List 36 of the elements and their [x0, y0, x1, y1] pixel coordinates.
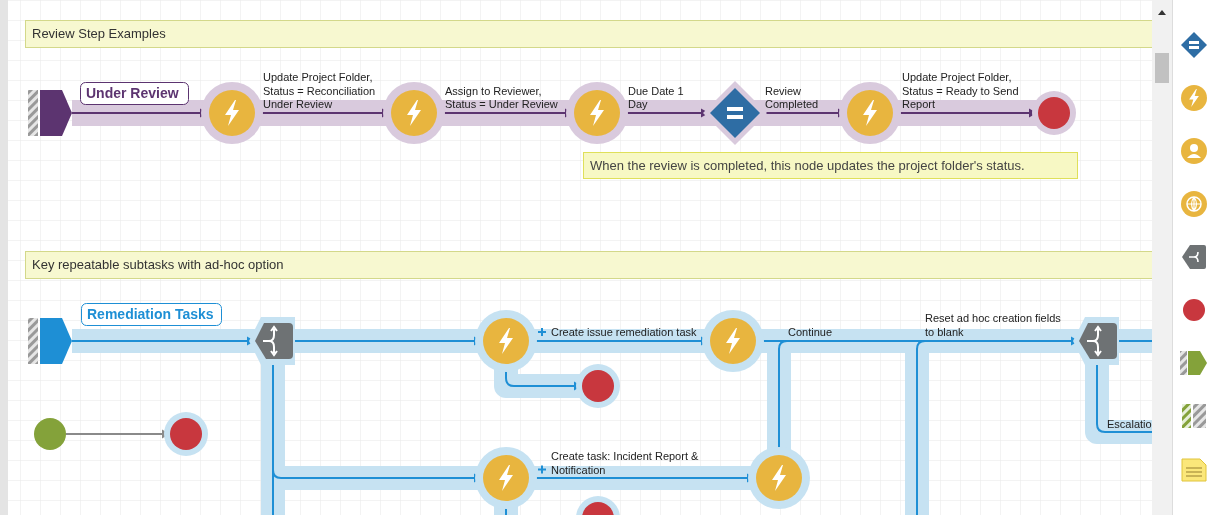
note: When the review is completed, this node updates the project folder's status.	[583, 152, 1078, 179]
edge-label: Continue	[788, 326, 833, 338]
edge-label: Create issue remediation task	[537, 326, 697, 338]
person-icon[interactable]	[1180, 137, 1208, 165]
split-node	[249, 317, 295, 365]
scrollbar-thumb[interactable]	[1155, 53, 1169, 83]
trigger-node	[475, 447, 537, 509]
edge-label: Assign to Reviewer, Status = Under Review	[445, 84, 558, 110]
split-icon[interactable]	[1180, 243, 1208, 271]
end-node	[576, 364, 620, 408]
lane-label[interactable]: Under Review	[80, 82, 189, 105]
decision-icon[interactable]	[1180, 31, 1208, 59]
trigger-node	[475, 310, 537, 372]
section-banner: Review Step Examples	[25, 20, 1152, 48]
lane-icon[interactable]	[1180, 402, 1208, 430]
note-icon[interactable]	[1180, 455, 1208, 483]
lightning-icon[interactable]	[1180, 84, 1208, 112]
end-node	[576, 496, 620, 515]
start-node	[34, 418, 66, 450]
split-node	[1073, 317, 1119, 365]
edge-label: Due Date 1 Day	[628, 84, 684, 110]
edge-label: Update Project Folder, Status = Reconciliation Under Review	[263, 71, 376, 110]
globe-icon[interactable]	[1180, 190, 1208, 218]
section-banner: Key repeatable subtasks with ad-hoc option	[25, 251, 1152, 279]
edge-label: Escalatio	[1107, 418, 1152, 430]
edge-label: Review Completed	[765, 84, 819, 110]
scroll-up-icon[interactable]	[1158, 10, 1166, 15]
edge-label: Create task: Incident Report & Notification	[537, 450, 699, 476]
edge-label: Reset ad hoc creation fields to blank	[925, 312, 1061, 338]
lane-label[interactable]: Remediation Tasks	[81, 303, 222, 326]
trigger-node	[748, 447, 810, 509]
edge-label: Update Project Folder, Status = Ready to Send Report	[902, 71, 1019, 110]
start-icon[interactable]	[1180, 349, 1208, 377]
trigger-node	[702, 310, 764, 372]
stop-icon[interactable]	[1180, 296, 1208, 324]
end-node	[164, 412, 208, 456]
